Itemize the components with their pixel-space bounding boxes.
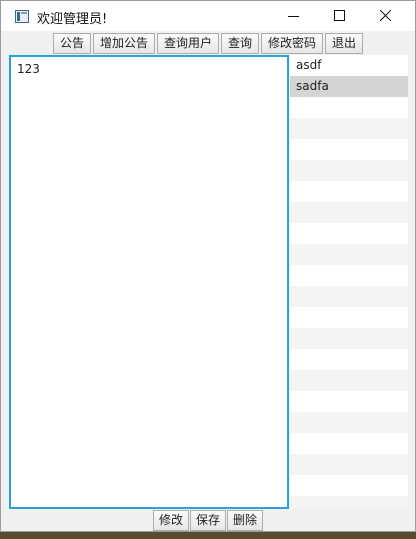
list-row-empty bbox=[290, 328, 408, 349]
list-row-empty bbox=[290, 118, 408, 139]
change-password-button[interactable]: 修改密码 bbox=[261, 33, 324, 54]
content-text-area[interactable]: 123 bbox=[9, 55, 289, 509]
list-row-empty bbox=[290, 391, 408, 412]
edit-button[interactable]: 修改 bbox=[152, 510, 189, 531]
maximize-icon bbox=[334, 10, 345, 21]
query-users-button[interactable]: 查询用户 bbox=[156, 33, 219, 54]
list-row-empty bbox=[290, 454, 408, 475]
announcement-list[interactable]: asdf sadfa bbox=[290, 55, 408, 509]
list-row-empty bbox=[290, 97, 408, 118]
list-item-selected[interactable]: sadfa bbox=[290, 76, 408, 97]
minimize-icon bbox=[288, 16, 299, 17]
toolbar: 公告 增加公告 查询用户 查询 修改密码 退出 bbox=[1, 31, 415, 55]
close-button[interactable] bbox=[363, 1, 409, 31]
list-row-empty bbox=[290, 370, 408, 391]
list-row-empty bbox=[290, 160, 408, 181]
list-row-empty bbox=[290, 139, 408, 160]
announcement-button[interactable]: 公告 bbox=[52, 33, 91, 54]
list-row-empty bbox=[290, 265, 408, 286]
list-row-empty bbox=[290, 223, 408, 244]
save-button[interactable]: 保存 bbox=[189, 510, 226, 531]
close-icon bbox=[379, 9, 392, 22]
list-row-empty bbox=[290, 202, 408, 223]
list-row-empty bbox=[290, 475, 408, 496]
minimize-button[interactable] bbox=[271, 1, 317, 31]
action-bar: 修改 保存 删除 bbox=[1, 509, 415, 531]
window-title: 欢迎管理员! bbox=[37, 12, 108, 27]
maximize-button[interactable] bbox=[317, 1, 363, 31]
list-row-empty bbox=[290, 286, 408, 307]
list-row-empty bbox=[290, 433, 408, 454]
query-button[interactable]: 查询 bbox=[221, 33, 260, 54]
exit-button[interactable]: 退出 bbox=[325, 33, 364, 54]
content-text: 123 bbox=[17, 62, 40, 76]
add-announcement-button[interactable]: 增加公告 bbox=[92, 33, 155, 54]
app-icon bbox=[15, 10, 29, 23]
title-bar[interactable]: 欢迎管理员! bbox=[1, 1, 415, 31]
list-row-empty bbox=[290, 496, 408, 509]
list-item[interactable]: asdf bbox=[290, 55, 408, 76]
app-window: 欢迎管理员! 公告 增加公告 查询用户 查询 修改密码 退出 123 asdf … bbox=[0, 0, 416, 532]
list-row-empty bbox=[290, 412, 408, 433]
list-row-empty bbox=[290, 349, 408, 370]
list-row-empty bbox=[290, 244, 408, 265]
list-row-empty bbox=[290, 181, 408, 202]
list-row-empty bbox=[290, 307, 408, 328]
delete-button[interactable]: 删除 bbox=[227, 510, 264, 531]
